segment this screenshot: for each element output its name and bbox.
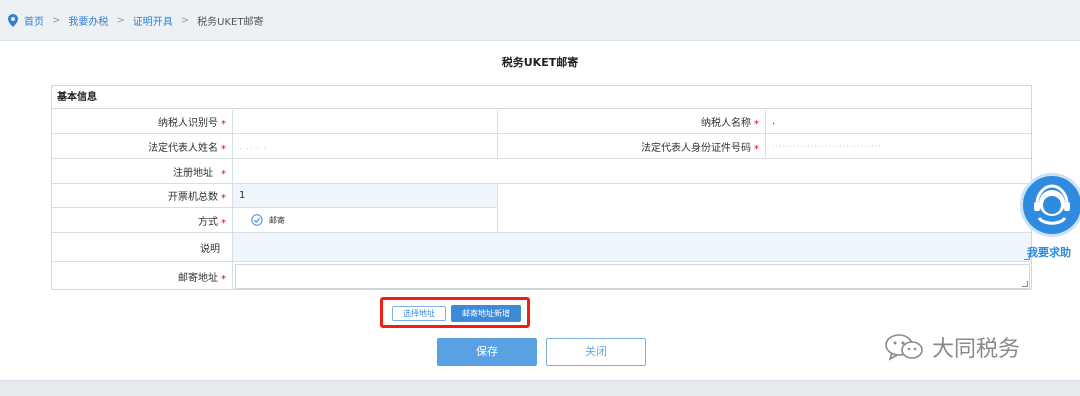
customer-service-icon (1034, 184, 1070, 225)
mail-address-label-text: 邮寄地址 (178, 272, 218, 284)
legal-rep-name-value: . .. . . (239, 141, 268, 151)
breadcrumb-separator: > (180, 14, 190, 26)
method-options: 邮寄 (233, 208, 498, 233)
wechat-icon (885, 334, 923, 361)
method-label: 方式 * (52, 208, 233, 233)
breadcrumb-separator: > (116, 14, 125, 26)
legal-rep-name-field: . .. . . (233, 134, 498, 159)
total-machines-value: 1 (239, 190, 246, 201)
taxpayer-name-value: . (772, 116, 776, 127)
close-button[interactable]: 关闭 (546, 338, 646, 366)
mail-address-textarea[interactable] (235, 264, 1030, 289)
legal-rep-id-label-text: 法定代表人身份证件号码 (641, 142, 751, 154)
breadcrumb-separator: > (52, 14, 61, 26)
section-title: 基本信息 (52, 86, 1031, 109)
check-circle-icon (251, 214, 263, 226)
mail-address-label: 邮寄地址 * (52, 262, 233, 290)
help-label[interactable]: 我要求助 (1027, 244, 1071, 260)
footer-bar (0, 380, 1080, 396)
basic-info-form: 基本信息 纳税人识别号 * 纳税人名称 * . 法定代表人姓名 * . .. . . … (51, 85, 1032, 290)
note-textarea[interactable] (233, 233, 1031, 262)
required-mark: * (221, 119, 226, 130)
total-machines-label-text: 开票机总数 (168, 192, 218, 203)
select-address-button[interactable]: 选择地址 (392, 306, 446, 321)
reg-address-label: 注册地址 * (52, 159, 233, 184)
taxpayer-id-field (233, 110, 498, 134)
breadcrumb-home[interactable]: 首页 (24, 13, 44, 28)
required-mark: * (221, 168, 226, 180)
note-label-text: 说明 (200, 243, 220, 255)
taxpayer-name-label: 纳税人名称 * (498, 110, 766, 134)
required-mark: * (221, 273, 226, 285)
reg-address-label-text: 注册地址 (173, 167, 213, 179)
legal-rep-name-label: 法定代表人姓名 * (52, 134, 233, 159)
taxpayer-id-label: 纳税人识别号 * (52, 110, 233, 134)
help-button[interactable] (1020, 173, 1080, 237)
reg-address-field (233, 159, 1031, 184)
watermark-text: 大同税务 (932, 337, 1021, 362)
required-mark: * (754, 143, 759, 155)
total-machines-input[interactable]: 1 (233, 184, 498, 208)
note-label: 说明 (52, 233, 233, 262)
watermark: 大同税务 (884, 331, 1020, 363)
add-mail-address-button[interactable]: 邮寄地址新增 (451, 305, 521, 322)
empty-area (498, 184, 1031, 233)
page-title: 税务UKET邮寄 (501, 56, 579, 69)
resize-grip-icon[interactable] (1022, 281, 1028, 287)
breadcrumb-tax-handling[interactable]: 我要办税 (68, 13, 108, 28)
breadcrumb: 首页 > 我要办税 > 证明开具 > 税务UKET邮寄 (0, 0, 1080, 41)
mail-radio[interactable]: 邮寄 (251, 214, 285, 226)
taxpayer-name-label-text: 纳税人名称 (701, 118, 751, 129)
breadcrumb-current: 税务UKET邮寄 (197, 16, 264, 28)
taxpayer-id-label-text: 纳税人识别号 (158, 118, 218, 129)
legal-rep-name-label-text: 法定代表人姓名 (148, 142, 218, 154)
legal-rep-id-field: ······························· (766, 134, 1031, 159)
required-mark: * (221, 193, 226, 204)
required-mark: * (221, 143, 226, 155)
mail-option-label: 邮寄 (269, 215, 285, 225)
total-machines-label: 开票机总数 * (52, 184, 233, 208)
legal-rep-id-label: 法定代表人身份证件号码 * (498, 134, 766, 159)
breadcrumb-certificates[interactable]: 证明开具 (133, 13, 173, 28)
location-pin-icon (8, 13, 18, 27)
required-mark: * (221, 217, 226, 229)
required-mark: * (754, 119, 759, 130)
method-label-text: 方式 (198, 216, 218, 228)
legal-rep-id-value: ······························· (772, 141, 882, 151)
save-button[interactable]: 保存 (437, 338, 537, 366)
taxpayer-name-field: . (766, 110, 1031, 134)
